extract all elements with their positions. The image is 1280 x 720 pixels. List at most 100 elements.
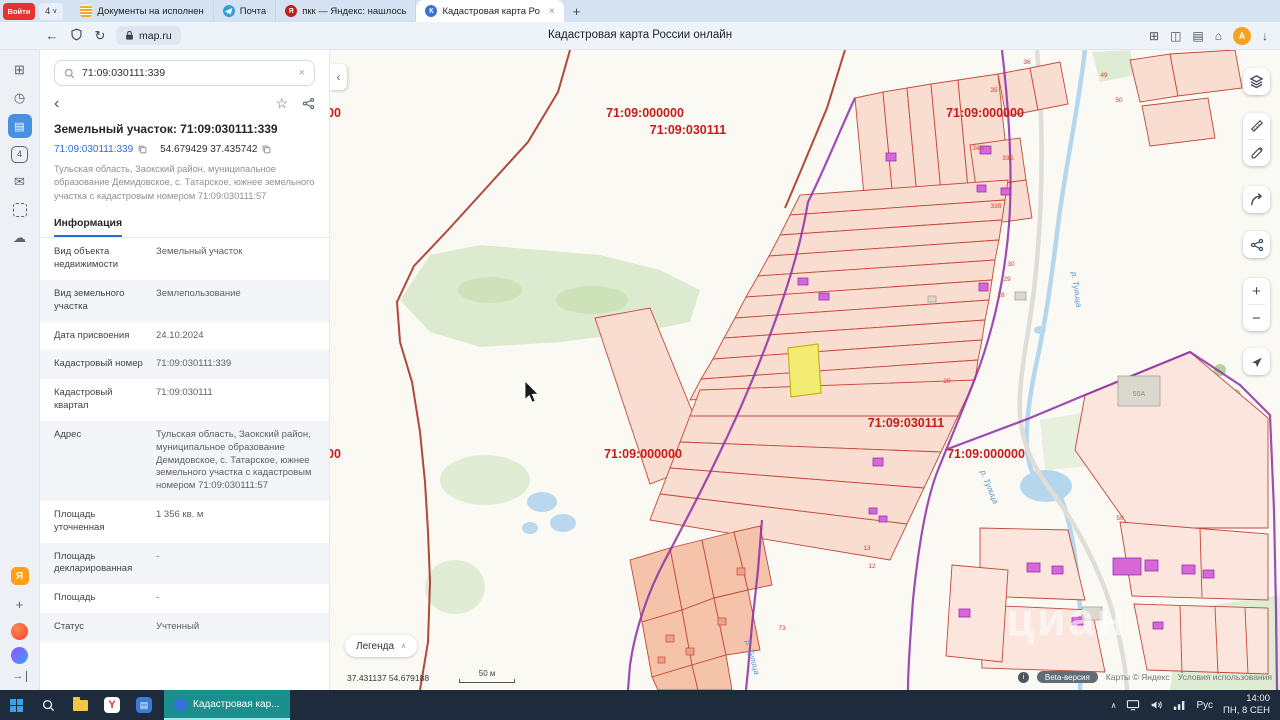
favorite-star-icon[interactable]: ☆ <box>275 95 288 112</box>
parcel-layer[interactable] <box>595 50 1268 690</box>
volume-icon[interactable] <box>1150 699 1163 711</box>
alice-icon[interactable] <box>11 647 28 664</box>
tab-yandex-search[interactable]: Я пкк — Яндекс: нашлось <box>276 0 416 22</box>
share-icon[interactable] <box>302 97 315 110</box>
parcel-num: 35 <box>990 87 998 94</box>
services-icon[interactable]: ⊞ <box>8 58 32 82</box>
tray-expand-chevron[interactable]: ∧ <box>1111 701 1117 710</box>
music-app-icon[interactable] <box>11 623 28 640</box>
tab-mail[interactable]: Почта <box>214 0 276 22</box>
map-canvas[interactable]: циан р. Тулицар. Тулицар. Тулица 50А 363… <box>330 50 1280 690</box>
tab-cadastral-map[interactable]: К Кадастровая карта Ро × <box>416 0 563 22</box>
file-explorer-button[interactable] <box>64 690 96 720</box>
protect-shield-icon[interactable] <box>64 28 88 44</box>
info-row-label: Адрес <box>54 429 146 493</box>
copy-icon[interactable] <box>138 145 147 154</box>
panels-icon[interactable]: ◫ <box>1170 29 1181 43</box>
history-icon[interactable]: ◷ <box>8 86 32 110</box>
new-tab-button[interactable]: + <box>573 4 581 19</box>
parcel-num: 36 <box>1023 59 1031 66</box>
cadastral-map[interactable]: циан р. Тулицар. Тулицар. Тулица 50А 363… <box>330 50 1280 690</box>
parcel-id-row: 71:09:030111:339 54.679429 37.435742 <box>54 144 315 155</box>
copy-icon[interactable] <box>262 145 271 154</box>
add-icon[interactable]: + <box>8 592 32 616</box>
edit-button[interactable] <box>1243 140 1270 166</box>
panel-subheader: ‹ ☆ <box>54 95 315 112</box>
copyright-text[interactable]: Карты © Яндекс <box>1106 672 1170 682</box>
layers-button[interactable] <box>1243 68 1270 95</box>
selected-parcel[interactable] <box>788 344 821 397</box>
home-icon[interactable]: ⌂ <box>1215 29 1222 43</box>
collections-icon[interactable]: ⊞ <box>1149 29 1159 43</box>
yandex-services-icon[interactable]: Я <box>11 567 29 585</box>
login-button[interactable]: Войти <box>3 3 35 20</box>
tab-label: пкк — Яндекс: нашлось <box>302 6 406 17</box>
taskbar-search-button[interactable] <box>32 690 64 720</box>
info-row: Вид земельного участкаЗемлепользование <box>40 280 329 322</box>
parcel-num: 50 <box>1116 515 1124 522</box>
address-bar[interactable]: map.ru <box>116 26 181 45</box>
screenshot-icon[interactable] <box>8 198 32 222</box>
parcel-num: 30 <box>1007 261 1015 268</box>
share-icon <box>1250 238 1264 252</box>
info-row-value: Земельный участок <box>156 246 315 272</box>
parcel-num: 34А <box>972 145 984 152</box>
start-button[interactable] <box>0 690 32 720</box>
cloud-icon[interactable]: ☁ <box>8 226 32 250</box>
close-icon[interactable]: × <box>549 6 555 17</box>
ruler-button[interactable] <box>1243 113 1270 139</box>
coordinates-value: 54.679429 37.435742 <box>160 144 257 155</box>
app-button[interactable]: ▤ <box>128 690 160 720</box>
share-map-button[interactable] <box>1243 231 1270 258</box>
cadastral-number-link[interactable]: 71:09:030111:339 <box>54 144 133 155</box>
back-chevron-icon[interactable]: ‹ <box>54 96 59 112</box>
taskbar-clock[interactable]: 14:00 ПН, 8 СЕН <box>1223 693 1270 717</box>
active-panel-icon[interactable]: ▤ <box>8 114 32 138</box>
info-row-label: Площадь декларированная <box>54 551 146 577</box>
parcel-info-panel: 71:09:030111:339 × ‹ ☆ Земельный участок… <box>40 50 330 690</box>
back-button[interactable]: ← <box>40 28 64 43</box>
parcel-num: 12 <box>868 563 876 570</box>
parcel-num: 49 <box>1100 72 1108 79</box>
zoom-out-button[interactable]: − <box>1243 305 1270 331</box>
taskbar-active-app[interactable]: Кадастровая кар... <box>164 690 290 720</box>
tab-information[interactable]: Информация <box>54 217 122 237</box>
quarter-label: 71:09:000000 <box>606 106 684 120</box>
display-icon[interactable] <box>1126 699 1140 711</box>
info-icon[interactable]: i <box>1018 672 1029 683</box>
collapse-panel-button[interactable]: ‹ <box>330 64 347 90</box>
parcel-num: 20 <box>943 378 951 385</box>
language-indicator[interactable]: Рус <box>1196 700 1213 711</box>
scale-ruler <box>459 679 515 683</box>
messenger-icon[interactable]: ✉ <box>8 170 32 194</box>
legend-label: Легенда <box>356 641 394 652</box>
chevron-up-icon: ∧ <box>401 642 406 650</box>
legend-button[interactable]: Легенда ∧ <box>345 635 417 657</box>
info-row-value: - <box>156 551 315 577</box>
map-status-line: 37.431137 54.679188 50 м <box>347 669 515 683</box>
terms-link[interactable]: Условия использования <box>1178 672 1272 682</box>
network-icon[interactable] <box>1173 699 1186 711</box>
yandex-browser-button[interactable]: Y <box>96 690 128 720</box>
collapse-sidebar-icon[interactable]: → <box>13 671 27 682</box>
tab-documents[interactable]: Документы на исполнен <box>71 0 213 22</box>
info-row-value: - <box>156 592 315 605</box>
screen: Войти 4 ∨ Документы на исполнен Почта Я … <box>0 0 1280 720</box>
downloads-icon[interactable]: ↓ <box>1262 29 1268 43</box>
reading-list-icon[interactable]: ▤ <box>1192 29 1203 43</box>
route-button[interactable] <box>1243 186 1270 213</box>
gray-labels-layer: 50А <box>1133 391 1146 398</box>
reload-button[interactable]: ↻ <box>88 28 112 44</box>
profile-avatar[interactable]: А <box>1233 27 1251 45</box>
locate-button[interactable] <box>1243 348 1270 375</box>
search-input[interactable]: 71:09:030111:339 × <box>54 60 315 86</box>
clear-search-icon[interactable]: × <box>299 67 305 79</box>
clock-date: ПН, 8 СЕН <box>1223 705 1270 717</box>
tabs-count-value: 4 <box>11 146 28 163</box>
zoom-in-button[interactable]: + <box>1243 278 1270 304</box>
scale-bar: 50 м <box>459 669 515 683</box>
tabs-count-badge[interactable]: 4 <box>8 142 32 166</box>
tab-counter[interactable]: 4 ∨ <box>39 3 63 20</box>
info-row-value: 1 356 кв. м <box>156 509 315 535</box>
browser-tab-bar: Войти 4 ∨ Документы на исполнен Почта Я … <box>0 0 1280 22</box>
